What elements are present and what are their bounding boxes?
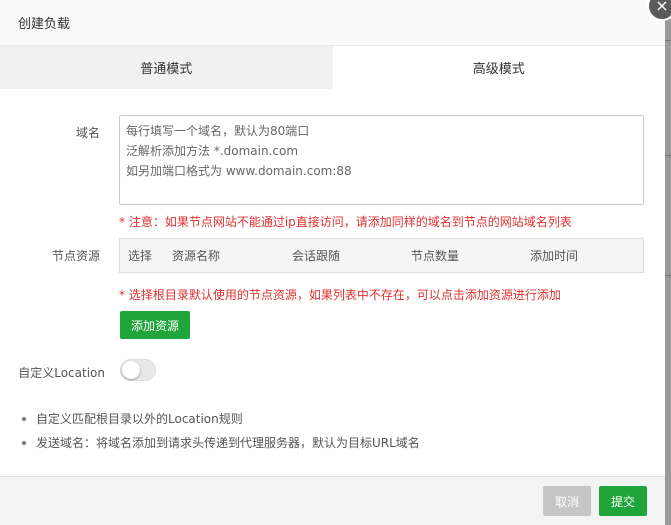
domain-placeholder-line: 每行填写一个域名，默认为80端口 [126, 124, 310, 138]
dialog-header: 创建负载 [0, 0, 665, 46]
resources-table-header: 选择 资源名称 会话跟随 节点数量 添加时间 [119, 238, 644, 273]
domain-placeholder-line: 如另加端口格式为 www.domain.com:88 [126, 164, 352, 178]
column-added-time: 添加时间 [530, 249, 579, 263]
dialog-footer: 取消 提交 [0, 476, 665, 525]
domain-label: 域名 [75, 126, 100, 140]
domain-textarea[interactable]: 每行填写一个域名，默认为80端口 泛解析添加方法 *.domain.com 如另… [119, 115, 644, 205]
resources-hint: * 选择根目录默认使用的节点资源，如果列表中不存在，可以点击添加资源进行添加 [119, 288, 561, 302]
dialog-title: 创建负载 [18, 17, 71, 32]
column-session-follow: 会话跟随 [292, 249, 341, 263]
backdrop [665, 0, 671, 525]
submit-button[interactable]: 提交 [599, 486, 647, 516]
cancel-button[interactable]: 取消 [543, 486, 591, 516]
column-resource-name: 资源名称 [172, 249, 221, 263]
tab-advanced-mode[interactable]: 高级模式 [332, 46, 665, 89]
create-load-dialog: 创建负载 普通模式 高级模式 域名 每行填写一个域名，默认为80端口 泛解析添加… [0, 0, 665, 525]
column-select: 选择 [128, 249, 153, 263]
domain-hint: * 注意：如果节点网站不能通过ip直接访问，请添加同样的域名到节点的网站域名列表 [119, 215, 572, 229]
mode-tabs: 普通模式 高级模式 [0, 46, 665, 89]
bullet-icon [22, 441, 26, 445]
column-node-count: 节点数量 [411, 249, 460, 263]
notes-list: 自定义匹配根目录以外的Location规则 发送域名：将域名添加到请求头传递到代… [22, 409, 420, 457]
domain-placeholder-line: 泛解析添加方法 *.domain.com [126, 144, 299, 158]
toggle-knob [122, 361, 140, 379]
list-item: 自定义匹配根目录以外的Location规则 [22, 409, 420, 433]
tab-normal-mode[interactable]: 普通模式 [0, 46, 333, 89]
list-item: 发送域名：将域名添加到请求头传递到代理服务器，默认为目标URL域名 [22, 433, 420, 457]
location-toggle[interactable] [120, 359, 156, 381]
add-resource-button[interactable]: 添加资源 [120, 311, 190, 339]
bullet-icon [22, 417, 26, 421]
resources-label: 节点资源 [51, 249, 100, 263]
location-label: 自定义Location [18, 366, 105, 380]
